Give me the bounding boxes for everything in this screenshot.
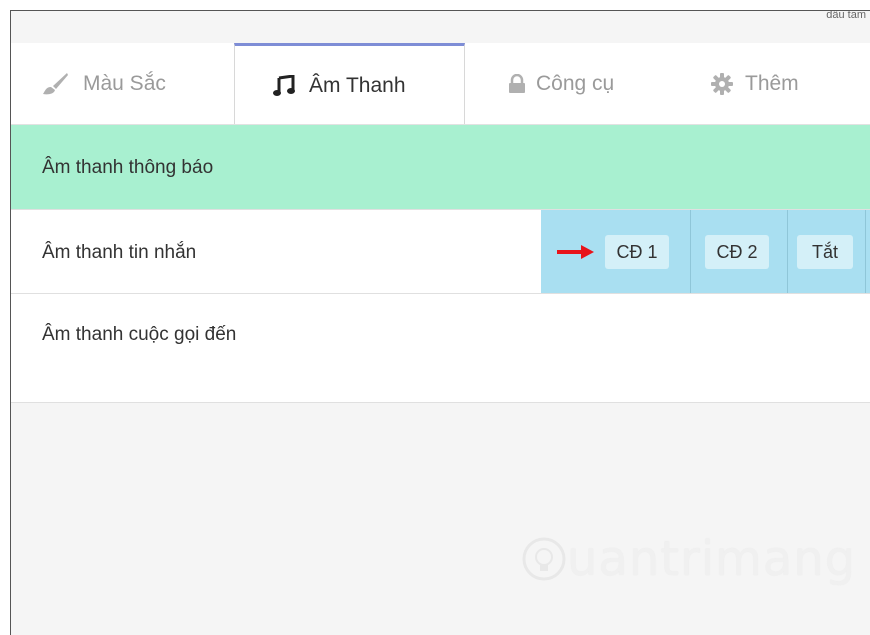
- option-divider: [787, 210, 788, 294]
- tab-tools[interactable]: Công cụ: [508, 43, 678, 125]
- message-sound-options: CĐ 1 CĐ 2 Tắt: [541, 210, 870, 294]
- watermark-text: uantrimang: [567, 531, 857, 587]
- tab-label: Màu Sắc: [83, 72, 166, 95]
- message-sound-label: Âm thanh tin nhắn: [42, 242, 197, 263]
- watermark-bulb-icon: [522, 537, 566, 581]
- tab-label: Thêm: [745, 72, 799, 95]
- paintbrush-icon: [41, 72, 69, 96]
- lock-icon: [508, 74, 526, 94]
- tab-colors[interactable]: Màu Sắc: [41, 43, 241, 125]
- message-sound-row: Âm thanh tin nhắn CĐ 1 CĐ 2 Tắt: [11, 209, 870, 294]
- tab-label: Âm Thanh: [309, 73, 406, 97]
- option-divider: [865, 210, 866, 294]
- watermark-logo: uantrimang: [521, 531, 856, 587]
- notification-sound-label: Âm thanh thông báo: [42, 157, 214, 178]
- cropped-header-text: dấu tam: [826, 10, 866, 21]
- tab-sound[interactable]: Âm Thanh: [234, 43, 465, 125]
- top-strip: dấu tam: [11, 11, 870, 43]
- music-note-icon: [273, 74, 295, 97]
- incoming-call-sound-row[interactable]: Âm thanh cuộc gọi đến: [11, 293, 870, 403]
- option-divider: [690, 210, 691, 294]
- tab-bar: Màu Sắc Âm Thanh Công cụ Thêm: [11, 43, 870, 125]
- gear-icon: [711, 73, 733, 95]
- option-cd1-button[interactable]: CĐ 1: [605, 235, 669, 269]
- option-cd2-button[interactable]: CĐ 2: [705, 235, 769, 269]
- red-arrow-icon: [557, 244, 595, 266]
- tab-label: Công cụ: [536, 72, 615, 95]
- app-frame: dấu tam Màu Sắc Âm Thanh Công cụ Thêm Âm…: [10, 10, 870, 635]
- notification-sound-row[interactable]: Âm thanh thông báo: [11, 125, 870, 209]
- incoming-call-sound-label: Âm thanh cuộc gọi đến: [42, 324, 237, 345]
- option-off-button[interactable]: Tắt: [797, 235, 853, 269]
- tab-more[interactable]: Thêm: [711, 43, 861, 125]
